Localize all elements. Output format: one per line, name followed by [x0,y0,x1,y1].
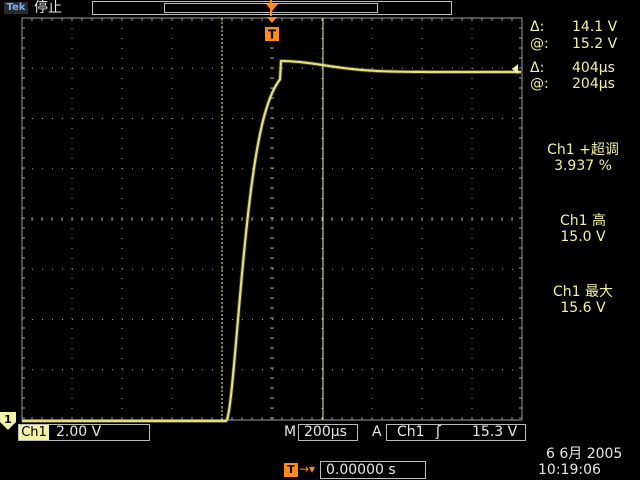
ch1-trace-glow [22,59,521,423]
cursor-delta-time-symbol: Δ: [530,60,545,76]
trigger-slope-icon: ʃ [436,424,441,440]
ch1-waveform [22,59,521,423]
trigger-position-icon: T [284,463,298,477]
trigger-position-marker: T [265,4,279,42]
cursor-delta-time: 404µs [572,60,615,76]
trigger-position-arrow-icon: →▾ [299,462,316,476]
ch1-volts-per-div: 2.00 V [56,424,102,440]
date-readout: 6 6月 2005 [546,446,623,462]
cursor-at-time: 204µs [572,76,615,92]
cursor-delta-volts-symbol: Δ: [530,19,545,35]
measurement-3-value: 15.6 V [560,300,606,316]
graticule [21,17,523,421]
oscilloscope-screen: Tek 停止 T 1 Δ: 14.1 V @: 15.2 V Δ: 404µs … [0,0,640,480]
trigger-position-value: 0.00000 s [326,462,396,478]
cursor-at-time-symbol: @: [530,76,549,92]
ch1-tag: Ch1 [19,425,49,440]
ch1-trace [22,59,521,423]
trigger-level: 15.3 V [472,424,518,440]
measurement-1-value: 3.937 % [554,158,612,174]
measurement-3-label: Ch1 最大 [552,284,613,300]
measurement-2-value: 15.0 V [560,229,606,245]
trigger-arrow-icon [266,4,278,11]
main-timebase-label: M [284,424,297,440]
cursor-delta-volts: 14.1 V [572,19,618,35]
trigger-marker-label: T [268,28,277,42]
ground-marker-icon: 1 [0,412,16,430]
cursor-at-volts: 15.2 V [572,36,618,52]
trigger-source: Ch1 [397,424,425,440]
measurement-2-label: Ch1 高 [559,213,606,229]
measurement-1-label: Ch1 +超调 [547,142,619,158]
trigger-arrow-down-icon [267,17,277,23]
trigger-label: A [372,424,382,440]
main-timebase-value: 200µs [304,424,347,440]
channel-marker-label: 1 [4,413,12,426]
cursor-at-volts-symbol: @: [530,36,549,52]
time-readout: 10:19:06 [538,462,601,478]
